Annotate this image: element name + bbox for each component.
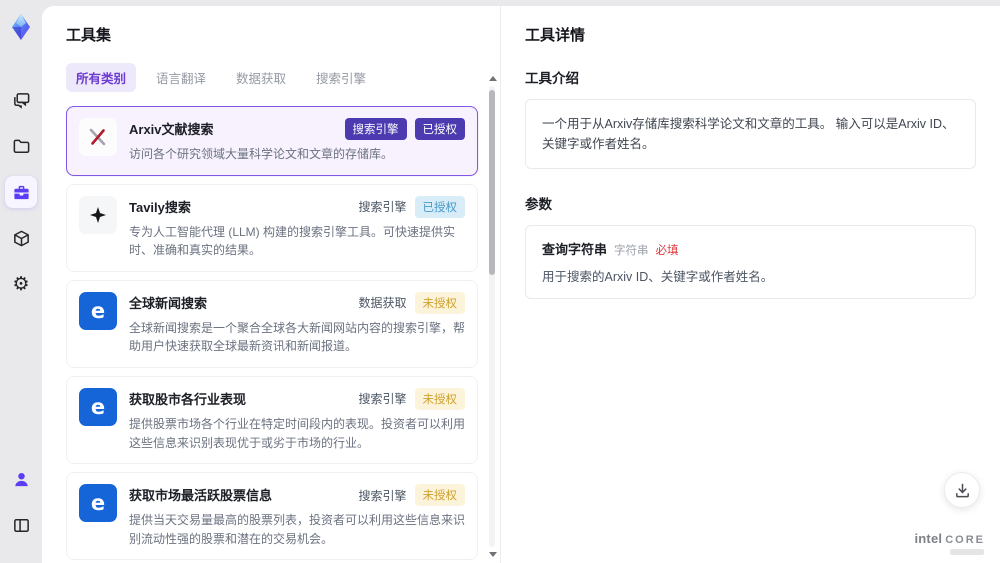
tab-all-categories[interactable]: 所有类别 (66, 63, 137, 92)
user-icon (14, 472, 28, 486)
tool-card-global-news[interactable]: e 全球新闻搜索 数据获取 未授权 全球新闻搜索是一个聚合全球各大新闻网站内容的… (66, 279, 478, 368)
arxiv-icon (79, 118, 117, 156)
main-panel: 工具集 所有类别 语言翻译 数据获取 搜索引擎 Arxiv文献搜索 搜索引擎 已… (42, 6, 1000, 563)
tool-description: 提供股票市场各个行业在特定时间段内的表现。投资者可以利用这些信息来识别表现优于或… (129, 416, 466, 450)
sidebar-item-chat[interactable] (5, 84, 37, 116)
icon-letter: e (90, 491, 106, 516)
icon-letter: e (90, 394, 106, 419)
category-badge: 搜索引擎 (344, 118, 407, 140)
panel-toggle-icon (13, 518, 29, 532)
params-heading: 参数 (525, 197, 552, 212)
tool-intro-box: 一个用于从Arxiv存储库搜索科学论文和文章的工具。 输入可以是Arxiv ID… (525, 99, 976, 169)
scrollbar-up-arrow-icon[interactable] (489, 76, 497, 81)
tool-description: 专为人工智能代理 (LLM) 构建的搜索引擎工具。可快速提供实时、准确和真实的结… (129, 224, 456, 258)
cube-icon (13, 230, 29, 246)
gear-icon: ⚙ (12, 273, 30, 295)
status-badge: 已授权 (414, 118, 465, 140)
tab-translation[interactable]: 语言翻译 (146, 63, 216, 92)
sidebar-item-profile[interactable] (5, 463, 37, 495)
app-window: ⚙ 工具集 所有类别 语言翻译 数据获取 搜索引擎 Arxiv文献搜索 搜索引擎… (0, 0, 1000, 563)
scrollbar-down-arrow-icon[interactable] (489, 552, 497, 557)
tool-description: 访问各个研究领域大量科学论文和文章的存储库。 (129, 147, 394, 161)
intro-heading: 工具介绍 (525, 71, 579, 86)
sidebar-item-packages[interactable] (5, 222, 37, 254)
tool-name: 获取市场最活跃股票信息 (129, 488, 273, 504)
brand-core-label: CORE (945, 534, 985, 546)
detail-title: 工具详情 (525, 27, 586, 44)
category-label: 搜索引擎 (358, 392, 407, 407)
list-scrollbar[interactable] (487, 76, 497, 557)
parameter-box: 查询字符串 字符串 必填 用于搜索的Arxiv ID、关键字或作者姓名。 (525, 225, 976, 299)
param-description: 用于搜索的Arxiv ID、关键字或作者姓名。 (542, 270, 774, 284)
tool-name: Tavily搜索 (129, 199, 191, 215)
status-badge: 未授权 (414, 291, 465, 314)
finance-e-icon: e (79, 484, 117, 523)
brand-intel-label: intel (914, 531, 943, 546)
sparkle-icon (79, 195, 117, 234)
brand-subtext-decoration (950, 549, 984, 555)
tool-name: 全球新闻搜索 (129, 295, 208, 311)
gem-logo-icon (12, 14, 30, 40)
tool-description: 全球新闻搜索是一个聚合全球各大新闻网站内容的搜索引擎，帮助用户快速获取全球最新资… (129, 320, 466, 354)
download-icon (955, 483, 969, 497)
intel-core-logo: intel CORE (914, 531, 985, 546)
tool-card-arxiv[interactable]: Arxiv文献搜索 搜索引擎 已授权 访问各个研究领域大量科学论文和文章的存储库… (66, 106, 478, 176)
sidebar-item-panel-toggle[interactable] (5, 509, 37, 541)
status-badge: 已授权 (414, 195, 465, 218)
category-label: 搜索引擎 (358, 200, 407, 215)
icon-letter: e (90, 298, 106, 323)
sidebar-item-files[interactable] (5, 130, 37, 162)
folder-icon (13, 139, 29, 153)
page-title: 工具集 (66, 27, 112, 44)
finance-e-icon: e (79, 387, 117, 426)
sidebar-item-settings[interactable]: ⚙ (5, 268, 37, 300)
category-label: 搜索引擎 (358, 488, 407, 503)
tool-list: Arxiv文献搜索 搜索引擎 已授权 访问各个研究领域大量科学论文和文章的存储库… (66, 106, 492, 563)
status-badge: 未授权 (414, 484, 465, 507)
tool-name: 获取股市各行业表现 (129, 391, 247, 407)
tool-description: 提供当天交易量最高的股票列表，投资者可以利用这些信息来识别流动性强的股票和潜在的… (129, 513, 466, 546)
param-name: 查询字符串 (542, 242, 608, 257)
tab-data-fetch[interactable]: 数据获取 (226, 63, 296, 92)
icon-sidebar: ⚙ (0, 0, 42, 563)
category-label: 数据获取 (358, 296, 407, 311)
tool-detail-panel: 工具详情 工具介绍 一个用于从Arxiv存储库搜索科学论文和文章的工具。 输入可… (500, 6, 1000, 563)
toolbox-icon (13, 185, 29, 199)
param-required-badge: 必填 (655, 245, 679, 257)
scrollbar-thumb[interactable] (489, 90, 495, 275)
tool-card-sector-performance[interactable]: e 获取股市各行业表现 搜索引擎 未授权 提供股票市场各个行业在特定时间段内的表… (66, 375, 478, 465)
status-badge: 未授权 (414, 387, 465, 410)
finance-e-icon: e (79, 291, 117, 330)
param-type: 字符串 (614, 245, 649, 257)
sidebar-item-tools[interactable] (5, 176, 37, 208)
tool-list-panel: 工具集 所有类别 语言翻译 数据获取 搜索引擎 Arxiv文献搜索 搜索引擎 已… (42, 6, 500, 563)
tool-card-most-active-stocks[interactable]: e 获取市场最活跃股票信息 搜索引擎 未授权 提供当天交易量最高的股票列表，投资… (66, 472, 478, 561)
category-tabs: 所有类别 语言翻译 数据获取 搜索引擎 (66, 63, 492, 92)
chat-icon (13, 92, 29, 109)
download-button[interactable] (944, 472, 980, 508)
app-logo[interactable] (4, 10, 38, 44)
tool-card-tavily[interactable]: Tavily搜索 搜索引擎 已授权 专为人工智能代理 (LLM) 构建的搜索引擎… (66, 183, 478, 272)
tool-name: Arxiv文献搜索 (129, 122, 214, 137)
tab-search-engine[interactable]: 搜索引擎 (306, 63, 376, 92)
